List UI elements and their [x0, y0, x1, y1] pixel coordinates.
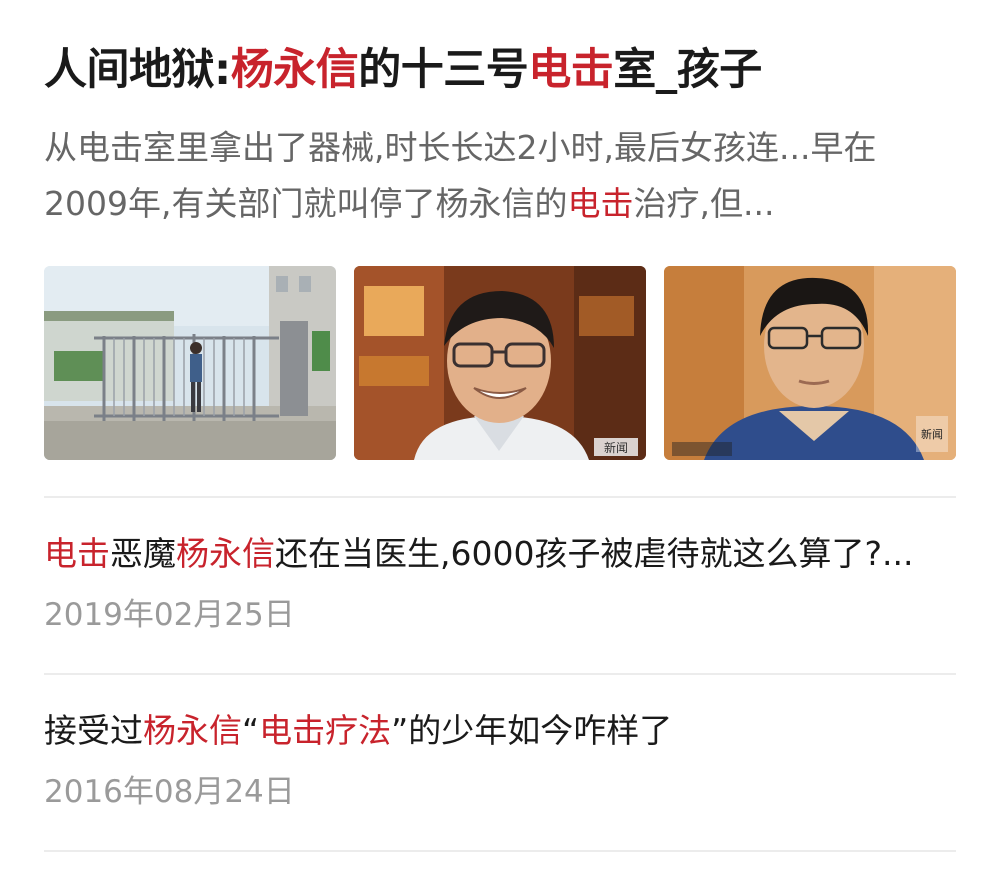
- result-divider: [44, 850, 956, 852]
- title-highlight: 电击: [44, 534, 110, 573]
- result-date: 2016年08月24日: [44, 774, 295, 810]
- thumbnail-watermark: 新闻: [921, 427, 943, 441]
- snippet-line: 从电击室里拿出了器械,时长长达2小时,最后女孩连...早在: [44, 128, 877, 167]
- result-title[interactable]: 接受过杨永信“电击疗法”的少年如今咋样了: [44, 703, 956, 759]
- title-text: “: [242, 711, 260, 750]
- title-highlight: 电击: [528, 45, 614, 95]
- title-text: 人间地狱:: [44, 45, 231, 95]
- title-text: 的十三号: [358, 45, 529, 95]
- thumbnail-row: 新闻 新闻: [44, 266, 956, 460]
- title-highlight: 电击疗法: [259, 711, 392, 750]
- thumbnail-portrait-student[interactable]: 新闻: [664, 266, 956, 460]
- snippet-text: 2009年,有关部门就叫停了杨永信的: [44, 184, 568, 223]
- thumbnail-gate-photo[interactable]: [44, 266, 336, 460]
- thumbnail-watermark: 新闻: [604, 440, 628, 455]
- thumbnail-portrait-smiling[interactable]: 新闻: [354, 266, 646, 460]
- snippet-line: 2009年,有关部门就叫停了杨永信的电击治疗,但...: [44, 176, 956, 232]
- title-highlight: 杨永信: [230, 45, 359, 95]
- portrait-image: 新闻: [354, 266, 646, 460]
- result-date: 2019年02月25日: [44, 597, 295, 633]
- snippet-highlight: 电击: [567, 184, 634, 223]
- search-result-1[interactable]: 人间地狱:杨永信的十三号电击室_孩子 从电击室里拿出了器械,时长长达2小时,最后…: [44, 40, 956, 460]
- title-text: 恶魔: [110, 534, 176, 573]
- gate-photo-image: [44, 266, 336, 460]
- title-text: ”的少年如今咋样了: [391, 711, 673, 750]
- result-title[interactable]: 电击恶魔杨永信还在当医生,6000孩子被虐待就这么算了?...: [44, 526, 956, 582]
- title-text: 室_孩子: [613, 45, 762, 95]
- student-portrait-image: 新闻: [664, 266, 956, 460]
- title-highlight: 杨永信: [143, 711, 242, 750]
- title-text: 接受过: [44, 711, 143, 750]
- search-result-3[interactable]: 接受过杨永信“电击疗法”的少年如今咋样了 2016年08月24日: [44, 703, 956, 817]
- result-divider: [44, 496, 956, 498]
- snippet-text: 治疗,但...: [633, 184, 775, 223]
- result-divider: [44, 673, 956, 675]
- result-title[interactable]: 人间地狱:杨永信的十三号电击室_孩子: [44, 40, 956, 100]
- title-text: 还在当医生,6000孩子被虐待就这么算了?...: [275, 534, 914, 573]
- search-results-page: 人间地狱:杨永信的十三号电击室_孩子 从电击室里拿出了器械,时长长达2小时,最后…: [0, 0, 1000, 869]
- search-result-2[interactable]: 电击恶魔杨永信还在当医生,6000孩子被虐待就这么算了?... 2019年02月…: [44, 526, 956, 640]
- result-snippet: 从电击室里拿出了器械,时长长达2小时,最后女孩连...早在 2009年,有关部门…: [44, 120, 956, 232]
- title-highlight: 杨永信: [176, 534, 275, 573]
